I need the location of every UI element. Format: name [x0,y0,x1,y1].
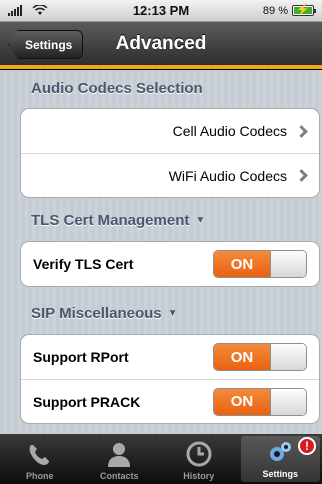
navigation-bar: Settings Advanced [0,22,322,69]
row-label: Support PRACK [33,393,141,410]
tls-group: Verify TLS Cert ON [20,241,320,287]
cell-audio-codecs-row[interactable]: Cell Audio Codecs [21,109,319,153]
caret-down-icon: ▼ [167,308,178,319]
wifi-icon [32,5,48,15]
sip-group: Support RPort ON Support PRACK ON [20,334,320,424]
settings-list[interactable]: Audio Codecs Selection Cell Audio Codecs… [0,70,322,434]
row-label: Cell Audio Codecs [172,123,287,139]
section-header-tls[interactable]: TLS Cert Management ▼ [31,212,205,229]
phone-icon [29,445,49,465]
wifi-audio-codecs-row[interactable]: WiFi Audio Codecs [21,153,319,197]
support-prack-toggle[interactable]: ON [213,387,307,416]
gears-icon [270,442,292,461]
row-label: WiFi Audio Codecs [168,167,287,184]
section-header-sip[interactable]: SIP Miscellaneous ▼ [31,305,178,322]
toggle-on-label: ON [214,344,270,370]
tab-label: Settings [262,469,298,479]
tab-label: History [183,471,215,481]
support-rport-toggle[interactable]: ON [213,343,307,371]
status-left [8,5,48,16]
alert-badge: ! [298,437,316,455]
toggle-knob [270,344,306,370]
clock-icon [186,441,212,467]
support-rport-row: Support RPort ON [21,335,319,379]
toggle-on-label: ON [214,388,270,415]
toggle-on-label: ON [214,251,270,277]
battery-icon: ⚡ [292,4,316,16]
caret-down-icon: ▼ [195,215,206,226]
chevron-right-icon [295,169,308,182]
charging-bolt-icon: ⚡ [296,4,310,16]
toggle-knob [270,388,306,415]
section-header-label: Audio Codecs Selection [31,80,203,97]
status-right: 89 % ⚡ [262,4,316,17]
status-bar: 12:13 PM 89 % ⚡ [0,0,322,22]
tab-history[interactable]: History [159,434,239,484]
tab-settings[interactable]: ! Settings [240,436,320,482]
chevron-right-icon [295,124,308,138]
codecs-group: Cell Audio Codecs WiFi Audio Codecs [20,108,320,198]
tab-bar: Phone Contacts History ! Settings [0,434,322,484]
verify-tls-cert-row: Verify TLS Cert ON [21,242,319,286]
battery-percent: 89 % [262,4,288,17]
signal-icon [8,5,22,16]
contacts-icon [108,443,131,467]
row-label: Verify TLS Cert [33,256,134,272]
verify-tls-cert-toggle[interactable]: ON [213,250,307,278]
tab-phone[interactable]: Phone [0,434,80,484]
toggle-knob [270,251,306,277]
row-label: Support RPort [33,349,129,365]
tab-contacts[interactable]: Contacts [80,434,160,484]
tab-label: Contacts [99,471,139,481]
tab-label: Phone [25,471,54,481]
section-header-label: SIP Miscellaneous [31,305,162,322]
section-header-label: TLS Cert Management [31,212,190,229]
back-button[interactable]: Settings [8,30,84,59]
section-header-codecs: Audio Codecs Selection [31,80,203,97]
support-prack-row: Support PRACK ON [21,379,319,423]
